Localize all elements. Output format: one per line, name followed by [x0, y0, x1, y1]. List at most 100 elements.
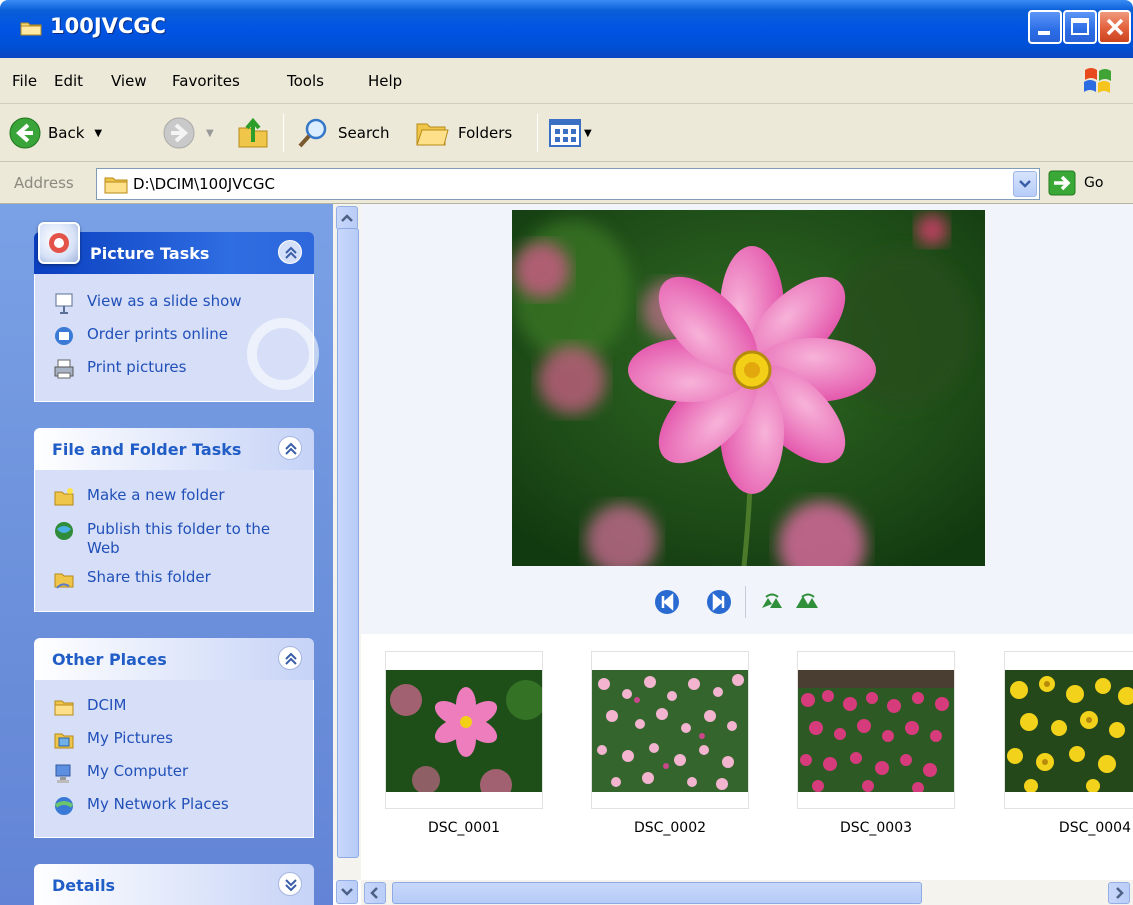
details-title: Details [52, 876, 116, 895]
go-arrow-icon [1048, 170, 1076, 196]
address-label: Address [14, 174, 74, 192]
picture-tasks-panel: View as a slide show Order prints online… [34, 274, 319, 402]
horizontal-scroll-thumb[interactable] [392, 882, 922, 904]
windows-logo-icon [1084, 68, 1111, 93]
rotate-counterclockwise-icon[interactable] [794, 592, 820, 612]
folder-icon [54, 700, 74, 716]
back-dropdown-icon: ▼ [94, 127, 103, 139]
back-arrow-icon [9, 117, 41, 149]
up-folder-icon [238, 117, 268, 148]
views-button[interactable]: ▼ [549, 115, 592, 151]
picture-tasks-title: Picture Tasks [90, 244, 210, 263]
other-places-header[interactable]: Other Places [34, 638, 314, 680]
minimize-icon [1038, 31, 1050, 35]
search-label: Search [338, 124, 390, 142]
thumbnail-item[interactable] [797, 651, 955, 809]
go-button[interactable]: Go [1048, 170, 1103, 196]
place-my-computer[interactable]: My Computer [53, 762, 188, 784]
up-folder-button[interactable] [236, 115, 270, 151]
scroll-down-button[interactable] [336, 880, 358, 904]
folders-button[interactable]: Folders [414, 115, 512, 151]
thumbnail-item[interactable] [385, 651, 543, 809]
folders-label: Folders [458, 124, 513, 142]
back-button[interactable]: Back ▼ [8, 115, 102, 151]
close-button[interactable] [1098, 10, 1131, 44]
minimize-button[interactable] [1028, 10, 1062, 44]
thumbnail-image [798, 670, 954, 792]
menu-favorites[interactable]: Favorites [172, 72, 240, 90]
scroll-up-button[interactable] [336, 206, 358, 230]
image-preview [512, 210, 985, 566]
thumbnail-caption[interactable]: DSC_0002 [591, 820, 749, 836]
task-print-pictures[interactable]: Print pictures [53, 358, 186, 380]
details-header[interactable]: Details [34, 864, 314, 905]
title-bar: 100JVCGC [0, 0, 1133, 58]
views-icon [549, 119, 581, 147]
scroll-left-button[interactable] [364, 882, 386, 904]
menu-bar: File Edit View Favorites Tools Help [0, 58, 1133, 104]
folders-icon [416, 123, 449, 146]
scroll-right-button[interactable] [1108, 882, 1130, 904]
address-input[interactable]: D:\DCIM\100JVCGC [96, 168, 1040, 200]
task-slide-show[interactable]: View as a slide show [53, 292, 242, 314]
chevron-left-icon [370, 887, 378, 899]
collapse-button[interactable] [278, 646, 302, 670]
task-publish-web[interactable]: Publish this folder to the Web [53, 520, 273, 558]
maximize-button[interactable] [1063, 10, 1097, 44]
folder-icon [104, 177, 128, 194]
place-dcim[interactable]: DCIM [53, 696, 126, 718]
address-dropdown-button[interactable] [1013, 171, 1037, 197]
menu-view[interactable]: View [111, 72, 147, 90]
menu-edit[interactable]: Edit [54, 72, 83, 90]
next-image-icon[interactable] [706, 589, 732, 615]
thumbnail-caption[interactable]: DSC_0004 [1010, 820, 1133, 836]
controls-separator [745, 586, 746, 618]
computer-icon [55, 764, 71, 783]
menu-help[interactable]: Help [368, 72, 402, 90]
task-new-folder[interactable]: Make a new folder [53, 486, 225, 508]
toolbar-separator [537, 114, 538, 152]
menu-tools[interactable]: Tools [287, 72, 324, 90]
chevron-right-icon [1116, 887, 1124, 899]
picture-tasks-icon [38, 222, 80, 264]
file-folder-tasks-panel: Make a new folder Publish this folder to… [34, 470, 314, 612]
vertical-scroll-thumb[interactable] [337, 228, 359, 858]
thumbnail-caption[interactable]: DSC_0001 [385, 820, 543, 836]
double-chevron-up-icon [285, 652, 297, 665]
double-chevron-up-icon [285, 246, 297, 259]
expand-button[interactable] [278, 872, 302, 896]
collapse-button[interactable] [278, 436, 302, 460]
menu-file[interactable]: File [12, 72, 37, 90]
collapse-button[interactable] [278, 240, 302, 264]
thumbnail-image [1005, 670, 1133, 792]
rotate-clockwise-icon[interactable] [760, 592, 784, 612]
forward-arrow-icon [163, 117, 195, 149]
thumbnail-image [386, 670, 542, 792]
close-icon [1106, 18, 1124, 36]
file-folder-tasks-title: File and Folder Tasks [52, 440, 242, 459]
forward-button[interactable]: ▼ [162, 115, 214, 151]
forward-dropdown-icon: ▼ [206, 127, 214, 139]
double-chevron-down-icon [285, 879, 297, 892]
printer-icon [54, 359, 74, 379]
views-dropdown-icon: ▼ [584, 127, 592, 139]
go-label: Go [1084, 175, 1104, 191]
thumbnail-caption[interactable]: DSC_0003 [797, 820, 955, 836]
globe-icon [55, 522, 73, 540]
place-my-pictures[interactable]: My Pictures [53, 729, 173, 751]
task-share-folder[interactable]: Share this folder [53, 568, 211, 590]
chevron-up-icon [341, 214, 353, 222]
slide-show-icon [55, 293, 73, 314]
thumbnail-item[interactable] [1004, 651, 1133, 809]
thumbnail-image [592, 670, 748, 792]
network-places-icon [54, 797, 74, 815]
previous-image-icon[interactable] [654, 589, 680, 615]
file-folder-tasks-header[interactable]: File and Folder Tasks [34, 428, 314, 470]
other-places-panel: DCIM My Pictures My Computer My Network … [34, 680, 314, 838]
task-order-prints[interactable]: Order prints online [53, 325, 228, 347]
search-icon [298, 118, 327, 148]
thumbnail-item[interactable] [591, 651, 749, 809]
place-my-network[interactable]: My Network Places [53, 795, 229, 817]
maximize-icon [1071, 18, 1089, 35]
search-button[interactable]: Search [296, 115, 390, 151]
